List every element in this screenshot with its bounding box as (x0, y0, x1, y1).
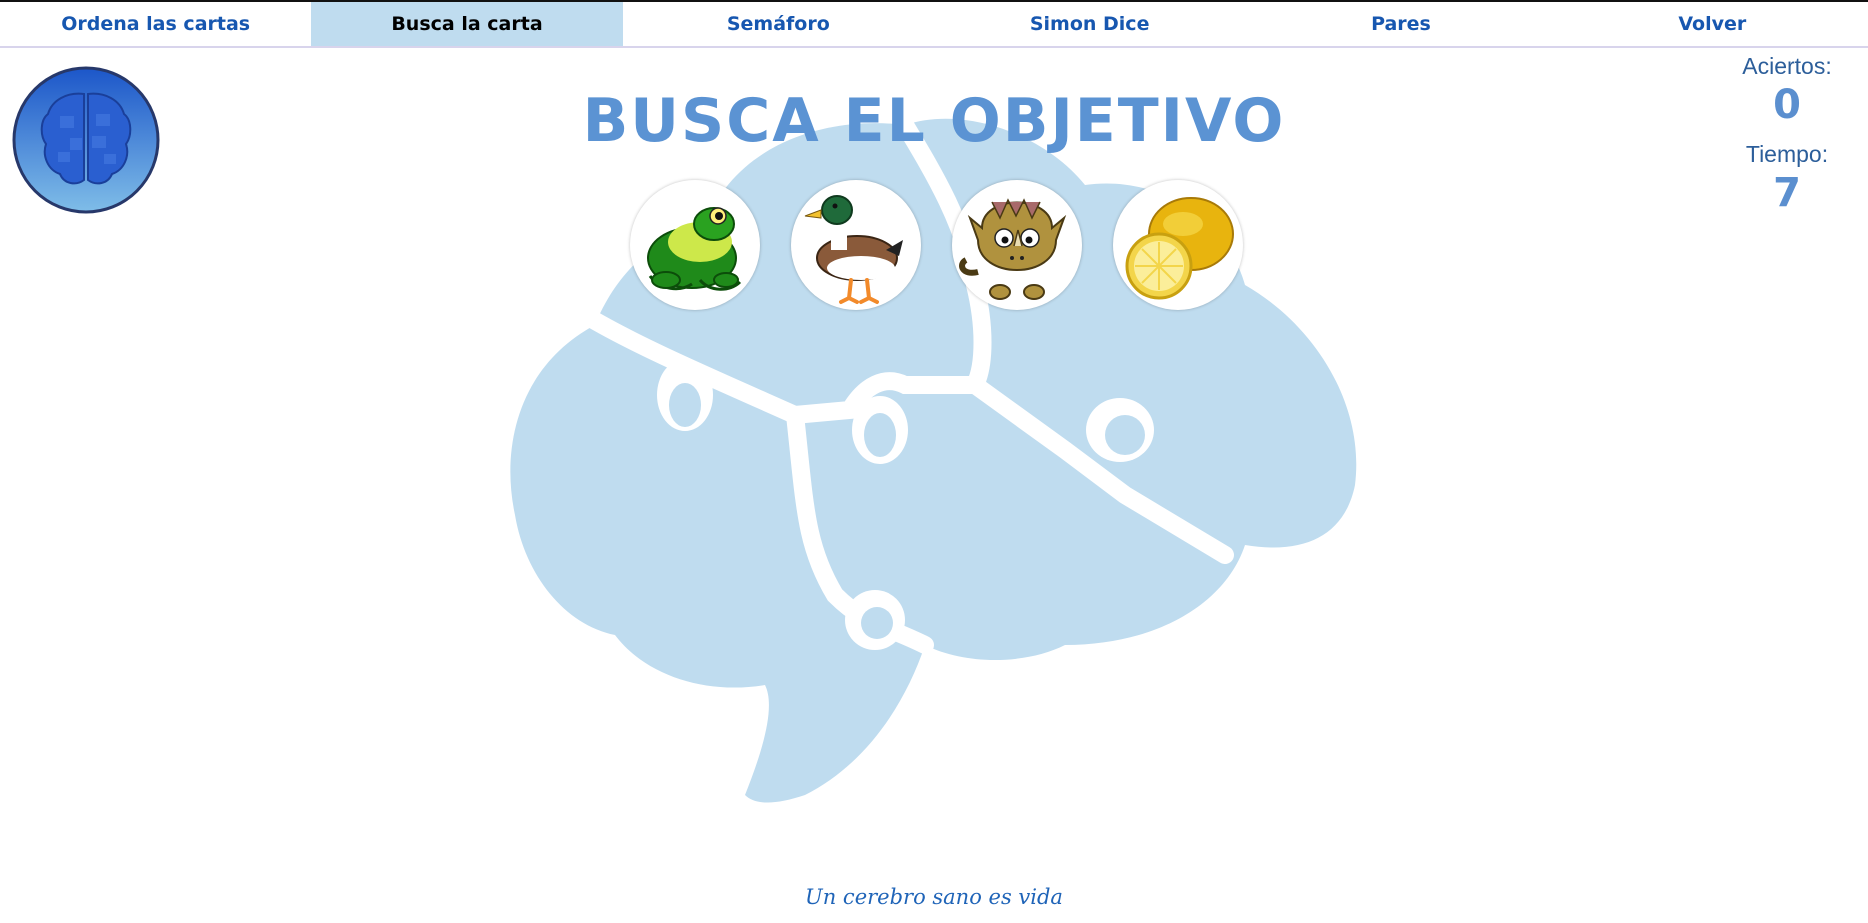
triceratops-icon (959, 198, 1067, 300)
time-value: 7 (1773, 170, 1801, 216)
nav-semaforo[interactable]: Semáforo (623, 2, 934, 46)
nav-ordena-las-cartas[interactable]: Ordena las cartas (0, 2, 311, 46)
hits-label: Aciertos: (1742, 53, 1832, 79)
nav-simon-dice[interactable]: Simon Dice (934, 2, 1245, 46)
card-duck[interactable] (791, 180, 921, 310)
frog-icon (647, 207, 742, 291)
nav-pares[interactable]: Pares (1245, 2, 1556, 46)
lemon-icon (1125, 197, 1234, 300)
nav-volver[interactable]: Volver (1557, 2, 1868, 46)
game-page: Ordena las cartas Busca la carta Semáfor… (0, 0, 1868, 923)
card-lemon[interactable] (1113, 180, 1243, 310)
card-triceratops[interactable] (952, 180, 1082, 310)
duck-icon (804, 195, 903, 304)
nav-busca-la-carta[interactable]: Busca la carta (311, 2, 623, 46)
top-nav: Ordena las cartas Busca la carta Semáfor… (0, 0, 1868, 48)
footer-tagline: Un cerebro sano es vida (805, 885, 1063, 909)
card-frog[interactable] (630, 180, 760, 310)
game-title: BUSCA EL OBJETIVO (582, 86, 1286, 156)
card-row (630, 180, 1250, 314)
